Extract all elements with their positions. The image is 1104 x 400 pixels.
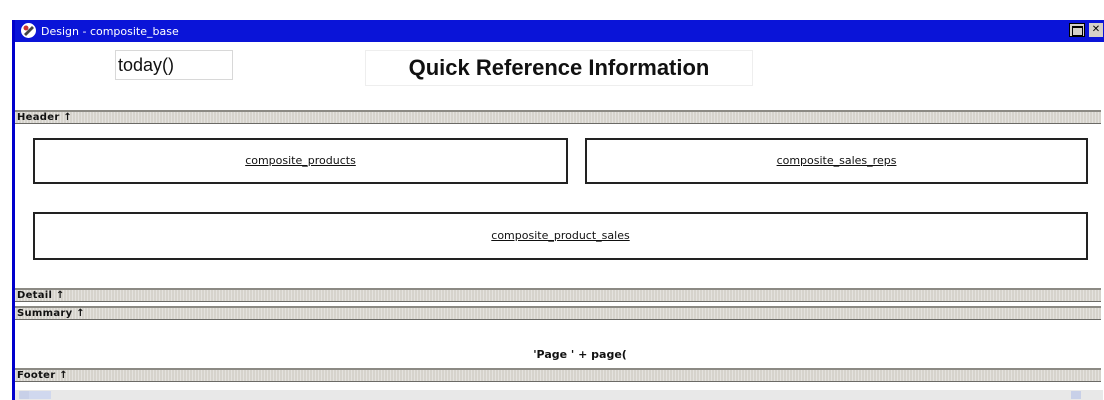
detail-band-bar[interactable]: Detail ↑ (15, 288, 1101, 302)
composite-product-sales-report[interactable]: composite_product_sales (33, 212, 1088, 260)
design-window: Design - composite_base ✕ today() Quick … (12, 20, 1104, 400)
composite-products-report[interactable]: composite_products (33, 138, 568, 184)
window-title: Design - composite_base (41, 25, 179, 38)
composite-products-label: composite_products (245, 154, 356, 167)
footer-band-bar[interactable]: Footer ↑ (15, 368, 1101, 382)
composite-product-sales-label: composite_product_sales (491, 229, 630, 242)
window-titlebar[interactable]: Design - composite_base ✕ (15, 20, 1104, 42)
scroll-left-icon[interactable] (19, 391, 29, 399)
scroll-right-icon[interactable] (1071, 391, 1081, 399)
date-expression-field[interactable]: today() (115, 50, 233, 80)
horizontal-scroll-thumb[interactable] (29, 391, 51, 399)
report-title-field[interactable]: Quick Reference Information (365, 50, 753, 86)
page-expression-field[interactable]: 'Page ' + page( (505, 346, 655, 364)
app-icon (21, 23, 36, 38)
summary-band-bar[interactable]: Summary ↑ (15, 306, 1101, 320)
horizontal-scrollbar[interactable] (15, 390, 1103, 400)
maximize-button[interactable] (1069, 23, 1085, 37)
close-icon[interactable]: ✕ (1089, 23, 1103, 37)
composite-sales-reps-report[interactable]: composite_sales_reps (585, 138, 1088, 184)
composite-sales-reps-label: composite_sales_reps (776, 154, 897, 167)
header-band-bar[interactable]: Header ↑ (15, 110, 1101, 124)
